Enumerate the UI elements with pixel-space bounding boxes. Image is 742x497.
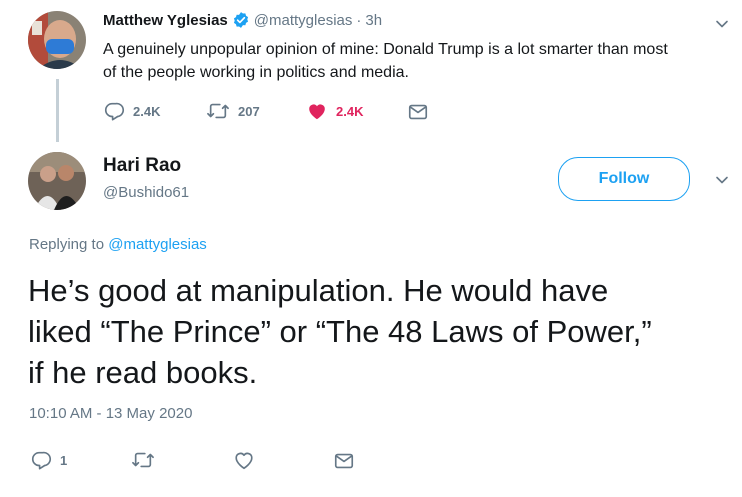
reply-author-handle[interactable]: @Bushido61 (103, 184, 189, 201)
reply-icon (103, 100, 125, 122)
avatar-matthew-yglesias[interactable] (28, 11, 86, 69)
tweet-text-line: of the people working in politics and me… (103, 64, 409, 81)
reply-text-line: He’s good at manipulation. He would have (28, 273, 609, 308)
chevron-down-icon[interactable] (712, 170, 732, 190)
tweet-text-line: A genuinely unpopular opinion of mine: D… (103, 41, 668, 58)
reply-button[interactable]: 1 (30, 449, 67, 471)
reply-text-line: if he read books. (28, 355, 258, 390)
retweet-icon[interactable] (131, 449, 155, 471)
thread-connector-line (56, 79, 59, 142)
message-icon[interactable] (407, 101, 429, 123)
reply-button[interactable]: 2.4K (103, 100, 160, 122)
separator-dot: · (356, 11, 362, 29)
reply-tweet-text: He’s good at manipulation. He would have… (28, 270, 728, 393)
avatar-hari-rao[interactable] (28, 152, 86, 210)
like-count: 2.4K (336, 103, 364, 119)
follow-button[interactable]: Follow (558, 157, 690, 201)
retweet-icon (206, 100, 230, 122)
author-handle[interactable]: @mattyglesias (254, 12, 353, 29)
verified-badge-icon (232, 11, 250, 29)
reply-icon (30, 449, 52, 471)
reply-count: 1 (60, 452, 68, 468)
reply-author-name[interactable]: Hari Rao (103, 155, 181, 177)
tweet-time[interactable]: 3h (365, 12, 382, 29)
tweet-text: A genuinely unpopular opinion of mine: D… (103, 38, 735, 84)
replying-to-label: Replying to (29, 236, 105, 253)
chevron-down-icon[interactable] (712, 14, 732, 34)
heart-icon[interactable] (233, 449, 255, 471)
replying-to: Replying to @mattyglesias (29, 236, 207, 253)
tweet-header: Matthew Yglesias @mattyglesias · 3h (103, 11, 382, 29)
retweet-count: 207 (238, 103, 260, 119)
tweet-timestamp[interactable]: 10:10 AM - 13 May 2020 (29, 405, 192, 422)
retweet-button[interactable]: 207 (206, 100, 260, 122)
like-button[interactable]: 2.4K (306, 100, 363, 122)
message-icon[interactable] (333, 450, 355, 472)
author-name[interactable]: Matthew Yglesias (103, 12, 228, 29)
reply-text-line: liked “The Prince” or “The 48 Laws of Po… (28, 314, 652, 349)
heart-icon (306, 100, 328, 122)
replying-to-handle-link[interactable]: @mattyglesias (108, 236, 207, 253)
reply-count: 2.4K (133, 103, 161, 119)
